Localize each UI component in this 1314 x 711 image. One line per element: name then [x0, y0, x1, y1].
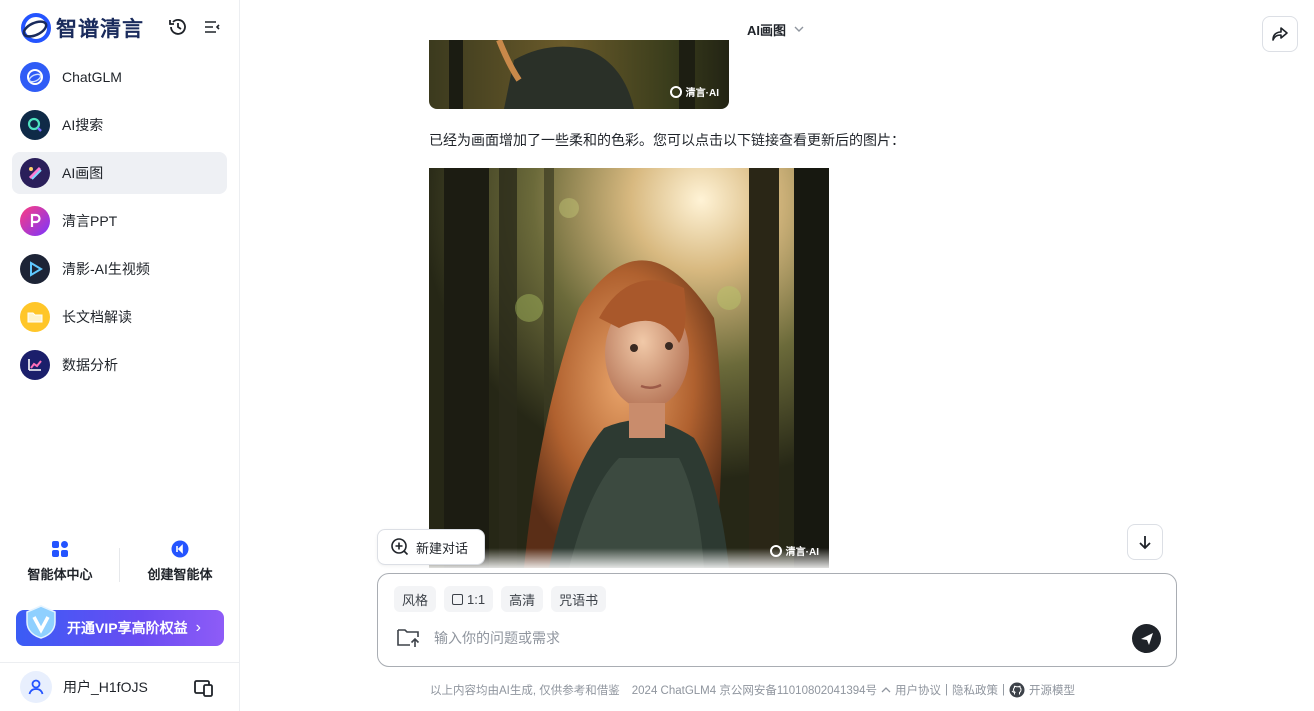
vip-upgrade-button[interactable]: 开通VIP享高阶权益 ›: [16, 605, 224, 646]
ai-disclaimer: 以上内容均由AI生成, 仅供参考和借鉴: [430, 685, 620, 697]
share-button[interactable]: [1262, 16, 1298, 52]
agent-center-label: 智能体中心: [27, 567, 93, 582]
chevron-up-icon[interactable]: [880, 685, 892, 695]
sidebar-item-label: ChatGLM: [62, 69, 122, 85]
brand[interactable]: 智谱清言: [20, 12, 144, 44]
option-chips: 风格 1:1 高清 咒语书: [394, 586, 614, 612]
user-profile[interactable]: 用户_H1fOJS: [0, 662, 240, 711]
sidebar-item-label: AI搜索: [62, 117, 104, 133]
spellbook-chip[interactable]: 咒语书: [551, 586, 607, 612]
upload-folder-icon[interactable]: [396, 625, 422, 649]
assistant-message-text: 已经为画面增加了一些柔和的色彩。您可以点击以下链接查看更新后的图片：: [429, 132, 905, 148]
image-fade-overlay: [429, 548, 829, 570]
folder-icon: [20, 302, 50, 332]
chart-icon: [20, 350, 50, 380]
separator: |: [1002, 684, 1006, 696]
zhipu-logo-icon: [21, 13, 51, 43]
send-button[interactable]: [1132, 624, 1161, 653]
divider: [119, 548, 120, 582]
sidebar-item-ai-drawing[interactable]: AI画图: [12, 152, 227, 194]
chevron-right-icon: ›: [195, 619, 201, 636]
vip-label: 开通VIP享高阶权益: [67, 620, 188, 636]
hd-chip[interactable]: 高清: [501, 586, 544, 612]
ai-search-icon: [20, 110, 50, 140]
create-agent-button[interactable]: 创建智能体: [120, 540, 240, 588]
agent-center-button[interactable]: 智能体中心: [0, 540, 120, 588]
send-icon: [1140, 632, 1153, 645]
footer: 以上内容均由AI生成, 仅供参考和借鉴 2024 ChatGLM4 京公网安备1…: [430, 682, 1075, 698]
share-icon: [1272, 27, 1288, 41]
avatar: [20, 671, 52, 703]
portrait-image: [429, 168, 829, 568]
sidebar-item-data-analysis[interactable]: 数据分析: [12, 344, 227, 386]
privacy-policy-link[interactable]: 隐私政策: [952, 682, 998, 698]
style-chip[interactable]: 风格: [394, 586, 437, 612]
devices-icon[interactable]: [193, 677, 215, 699]
ai-drawing-icon: [20, 158, 50, 188]
open-source-model-link[interactable]: 开源模型: [1029, 682, 1075, 698]
watermark: 清言·AI: [669, 84, 719, 99]
user-name: 用户_H1fOJS: [63, 679, 148, 695]
brand-name: 智谱清言: [56, 18, 144, 41]
generated-image[interactable]: 清言·AI: [429, 168, 829, 568]
create-agent-label: 创建智能体: [147, 567, 213, 582]
new-chat-icon: [391, 538, 409, 556]
arrow-down-icon: [1139, 536, 1151, 550]
sidebar-item-ppt[interactable]: 清言PPT: [12, 200, 227, 242]
sidebar-nav: ChatGLM AI搜索 AI画图 清言PPT 清影-AI生视频 长文档解读 数…: [12, 56, 227, 392]
new-chat-button[interactable]: 新建对话: [377, 529, 485, 565]
create-agent-icon: [171, 540, 189, 558]
ppt-icon: [20, 206, 50, 236]
separator: |: [945, 684, 949, 696]
vip-badge-icon: [26, 605, 56, 639]
video-icon: [20, 254, 50, 284]
github-icon: [1009, 682, 1025, 698]
prompt-input[interactable]: [434, 626, 1114, 650]
sidebar-item-label: 数据分析: [62, 357, 118, 373]
sidebar: 智谱清言 ChatGLM AI搜索 AI画图 清言PPT 清影-AI生视频 长文…: [0, 0, 240, 711]
user-icon: [28, 679, 44, 695]
collapse-sidebar-icon[interactable]: [201, 16, 223, 38]
new-chat-label: 新建对话: [416, 540, 469, 556]
composer: 风格 1:1 高清 咒语书: [377, 573, 1177, 667]
scroll-to-bottom-button[interactable]: [1127, 524, 1163, 560]
sidebar-item-label: AI画图: [62, 165, 104, 181]
user-agreement-link[interactable]: 用户协议: [895, 682, 941, 698]
grid-icon: [52, 541, 68, 557]
sidebar-item-chatglm[interactable]: ChatGLM: [12, 56, 227, 98]
sidebar-item-video[interactable]: 清影-AI生视频: [12, 248, 227, 290]
agent-actions: 智能体中心 创建智能体: [0, 540, 240, 588]
ratio-chip[interactable]: 1:1: [444, 586, 494, 612]
ratio-label: 1:1: [467, 591, 486, 607]
generated-image-previous[interactable]: 清言·AI: [429, 40, 729, 109]
square-icon: [452, 593, 464, 605]
sidebar-item-ai-search[interactable]: AI搜索: [12, 104, 227, 146]
history-icon[interactable]: [167, 16, 189, 38]
model-selector[interactable]: AI画图: [747, 19, 806, 39]
sidebar-item-label: 清言PPT: [62, 213, 118, 229]
sidebar-item-label: 清影-AI生视频: [62, 261, 150, 277]
sidebar-item-label: 长文档解读: [62, 309, 132, 325]
chatglm-icon: [20, 62, 50, 92]
page-title: AI画图: [747, 22, 787, 38]
icp-record: 2024 ChatGLM4 京公网安备11010802041394号: [631, 685, 878, 697]
sidebar-item-long-doc[interactable]: 长文档解读: [12, 296, 227, 338]
chevron-down-icon: [794, 26, 804, 32]
